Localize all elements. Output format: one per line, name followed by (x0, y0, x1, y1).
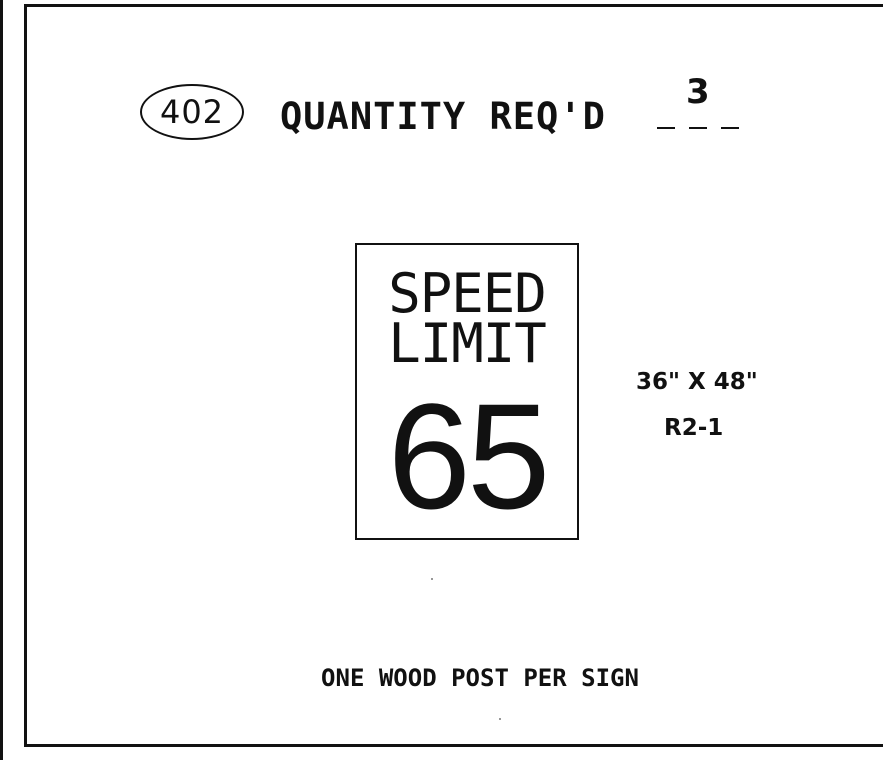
quantity-label: QUANTITY REQ'D (280, 95, 606, 138)
quantity-blank-line (657, 127, 743, 129)
sign-text-limit: LIMIT (388, 312, 547, 375)
item-number-callout: 402 (140, 84, 244, 140)
speed-limit-sign: SPEED LIMIT 65 (355, 243, 579, 540)
speck-mark (431, 578, 433, 580)
outer-border-line (0, 0, 3, 760)
sign-code: R2-1 (664, 415, 724, 441)
quantity-value: 3 (686, 72, 710, 112)
sign-dimensions: 36" X 48" (636, 369, 758, 395)
sign-speed-number: 65 (387, 372, 551, 540)
speck-mark (499, 718, 501, 720)
installation-note: ONE WOOD POST PER SIGN (321, 664, 639, 692)
item-number: 402 (159, 93, 225, 131)
